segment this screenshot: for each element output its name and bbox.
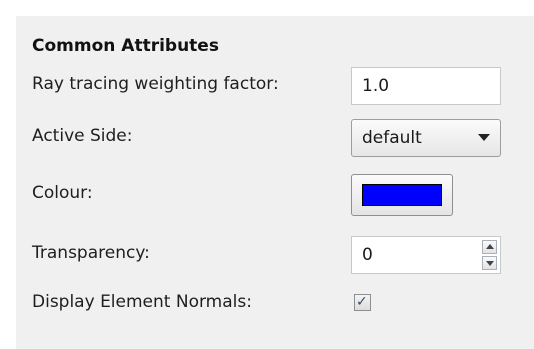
arrow-down-icon	[486, 261, 494, 266]
active-side-selected: default	[362, 128, 422, 148]
checkmark-icon: ✓	[356, 294, 368, 310]
ray-tracing-input[interactable]: 1.0	[351, 67, 501, 105]
colour-label: Colour:	[32, 183, 93, 203]
transparency-value: 0	[362, 245, 373, 265]
ray-tracing-label: Ray tracing weighting factor:	[32, 74, 279, 94]
display-normals-checkbox[interactable]: ✓	[354, 294, 371, 311]
colour-picker-button[interactable]	[351, 174, 453, 216]
transparency-spinbox[interactable]: 0	[351, 236, 501, 274]
common-attributes-panel: Common Attributes Ray tracing weighting …	[16, 16, 534, 349]
spin-buttons	[482, 240, 497, 270]
active-side-dropdown[interactable]: default	[351, 119, 501, 157]
spin-up-button[interactable]	[482, 240, 497, 254]
active-side-label: Active Side:	[32, 126, 133, 146]
section-title: Common Attributes	[32, 36, 219, 56]
arrow-up-icon	[486, 244, 494, 249]
transparency-label: Transparency:	[32, 243, 150, 263]
chevron-down-icon	[478, 134, 490, 141]
spin-down-button[interactable]	[482, 256, 497, 270]
colour-swatch	[362, 184, 442, 206]
display-normals-label: Display Element Normals:	[32, 292, 252, 312]
